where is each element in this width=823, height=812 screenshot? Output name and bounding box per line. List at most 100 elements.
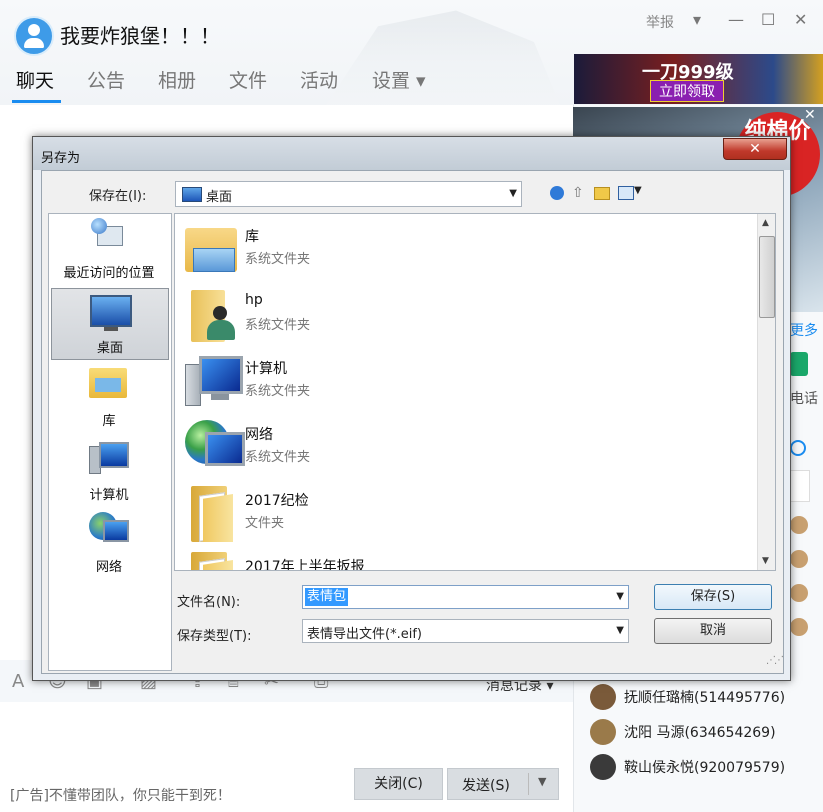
font-icon[interactable]: A — [12, 673, 32, 691]
avatar — [590, 719, 616, 745]
dialog-titlebar[interactable]: 另存为 ✕ — [33, 137, 790, 170]
file-type: 文件夹 — [245, 516, 285, 531]
scrollbar-thumb[interactable] — [759, 236, 775, 318]
file-list[interactable]: 库 系统文件夹 hp 系统文件夹 计算机 系统文件夹 网络 系统文件夹 2017… — [174, 213, 776, 571]
list-item[interactable]: 2017年上半年扳报 — [181, 550, 481, 570]
place-libraries[interactable]: 库 — [51, 362, 167, 432]
new-folder-icon[interactable] — [594, 187, 610, 200]
computer-icon — [185, 356, 243, 406]
network-icon — [185, 420, 245, 474]
chevron-down-icon: ▼ — [616, 625, 624, 636]
list-item[interactable]: hp 系统文件夹 — [181, 286, 481, 348]
view-menu-icon[interactable] — [618, 186, 634, 200]
tab-announcement[interactable]: 公告 — [87, 66, 125, 93]
member-list-item[interactable]: 鞍山侯永悦(920079579) — [590, 753, 785, 781]
scroll-down-icon[interactable]: ▼ — [762, 556, 769, 566]
member-avatar[interactable] — [790, 550, 808, 568]
send-button[interactable]: 发送(S) ▼ — [447, 768, 559, 800]
member-list-item[interactable]: 抚顺任璐楠(514495776) — [590, 683, 785, 711]
list-item[interactable]: 计算机 系统文件夹 — [181, 352, 481, 414]
search-icon[interactable] — [790, 440, 806, 456]
chevron-down-icon[interactable]: ▾ — [693, 10, 701, 29]
place-recent[interactable]: 最近访问的位置 — [51, 214, 167, 284]
phone-icon[interactable] — [790, 352, 808, 376]
maximize-icon[interactable]: ☐ — [761, 10, 775, 29]
tab-album[interactable]: 相册 — [158, 66, 196, 93]
dialog-body: 保存在(I): 桌面 ▼ ⇧ ▼ 最近访问的位置 桌面 库 计算机 网络 库 系… — [41, 170, 784, 674]
member-name: 沈阳 马源(634654269) — [624, 725, 776, 741]
member-avatar[interactable] — [790, 584, 808, 602]
cancel-button[interactable]: 取消 — [654, 618, 772, 644]
phone-label: 电话 — [790, 391, 818, 407]
member-avatar[interactable] — [790, 516, 808, 534]
place-network[interactable]: 网络 — [51, 508, 167, 578]
member-list-item[interactable]: 沈阳 马源(634654269) — [590, 718, 776, 746]
member-name: 鞍山侯永悦(920079579) — [624, 760, 786, 776]
chevron-down-icon[interactable]: ▼ — [634, 185, 642, 196]
active-tab-indicator — [12, 100, 61, 103]
group-avatar[interactable] — [14, 16, 54, 56]
member-name: 抚顺任璐楠(514495776) — [624, 690, 786, 706]
member-search-input[interactable] — [790, 470, 810, 502]
avatar — [590, 684, 616, 710]
game-ad-banner[interactable]: 一刀999级 立即领取 — [574, 54, 823, 104]
computer-icon — [89, 442, 129, 474]
file-type: 系统文件夹 — [245, 318, 311, 333]
filetype-value: 表情导出文件(*.eif) — [307, 627, 422, 642]
ad-claim-button[interactable]: 立即领取 — [650, 80, 724, 102]
close-icon[interactable]: ✕ — [804, 107, 816, 123]
list-item[interactable]: 库 系统文件夹 — [181, 220, 481, 282]
network-icon — [89, 512, 129, 546]
place-label: 库 — [102, 414, 116, 429]
send-options-arrow[interactable]: ▼ — [538, 775, 546, 788]
file-name: 网络 — [245, 427, 273, 443]
place-label: 计算机 — [89, 488, 129, 503]
library-icon — [89, 368, 127, 398]
dialog-title: 另存为 — [41, 151, 81, 166]
vertical-scrollbar[interactable]: ▲ ▼ — [757, 214, 775, 570]
place-desktop[interactable]: 桌面 — [51, 288, 169, 360]
folder-icon — [191, 486, 235, 542]
dialog-close-button[interactable]: ✕ — [723, 138, 787, 160]
minimize-icon[interactable]: — — [728, 10, 744, 29]
save-in-dropdown[interactable]: 桌面 ▼ — [175, 181, 522, 207]
back-icon[interactable] — [550, 186, 564, 200]
place-computer[interactable]: 计算机 — [51, 436, 167, 506]
user-folder-icon — [191, 286, 235, 342]
scroll-up-icon[interactable]: ▲ — [762, 218, 769, 228]
up-folder-icon[interactable]: ⇧ — [572, 185, 584, 201]
place-label: 网络 — [95, 560, 122, 575]
filetype-select[interactable]: 表情导出文件(*.eif) ▼ — [302, 619, 629, 643]
filename-value: 表情包 — [305, 588, 349, 606]
desktop-icon — [182, 187, 202, 202]
save-in-value: 桌面 — [206, 190, 233, 205]
list-item[interactable]: 网络 系统文件夹 — [181, 418, 481, 480]
file-name: 2017纪检 — [245, 493, 309, 509]
tab-files[interactable]: 文件 — [229, 66, 267, 93]
file-type: 系统文件夹 — [245, 450, 311, 465]
send-label: 发送(S) — [462, 778, 510, 794]
footer-ad-text[interactable]: [广告]不懂带团队，你只能干到死！ — [10, 785, 231, 805]
chevron-down-icon[interactable]: ▼ — [616, 591, 624, 602]
filename-label: 文件名(N): — [177, 595, 241, 610]
more-link[interactable]: 更多 — [790, 320, 818, 340]
tab-chat[interactable]: 聊天 — [16, 66, 54, 93]
group-title: 我要炸狼堡！！！ — [60, 24, 220, 48]
file-name: 库 — [245, 229, 259, 245]
close-icon[interactable]: ✕ — [794, 10, 807, 29]
close-button[interactable]: 关闭(C) — [354, 768, 443, 800]
save-button[interactable]: 保存(S) — [654, 584, 772, 610]
member-avatar[interactable] — [790, 618, 808, 636]
report-link[interactable]: 举报 — [646, 12, 674, 32]
filename-input[interactable]: 表情包 ▼ — [302, 585, 629, 609]
folder-icon — [191, 552, 235, 570]
list-item[interactable]: 2017纪检 文件夹 — [181, 484, 481, 546]
file-type: 系统文件夹 — [245, 384, 311, 399]
tab-activity[interactable]: 活动 — [300, 66, 338, 93]
desktop-icon — [90, 295, 132, 331]
send-separator — [528, 773, 529, 795]
place-label: 最近访问的位置 — [63, 266, 155, 281]
recent-places-icon — [91, 218, 123, 248]
tab-settings[interactable]: 设置 ▾ — [372, 66, 426, 93]
resize-grip-icon[interactable]: ⋰⋰ — [766, 655, 784, 666]
